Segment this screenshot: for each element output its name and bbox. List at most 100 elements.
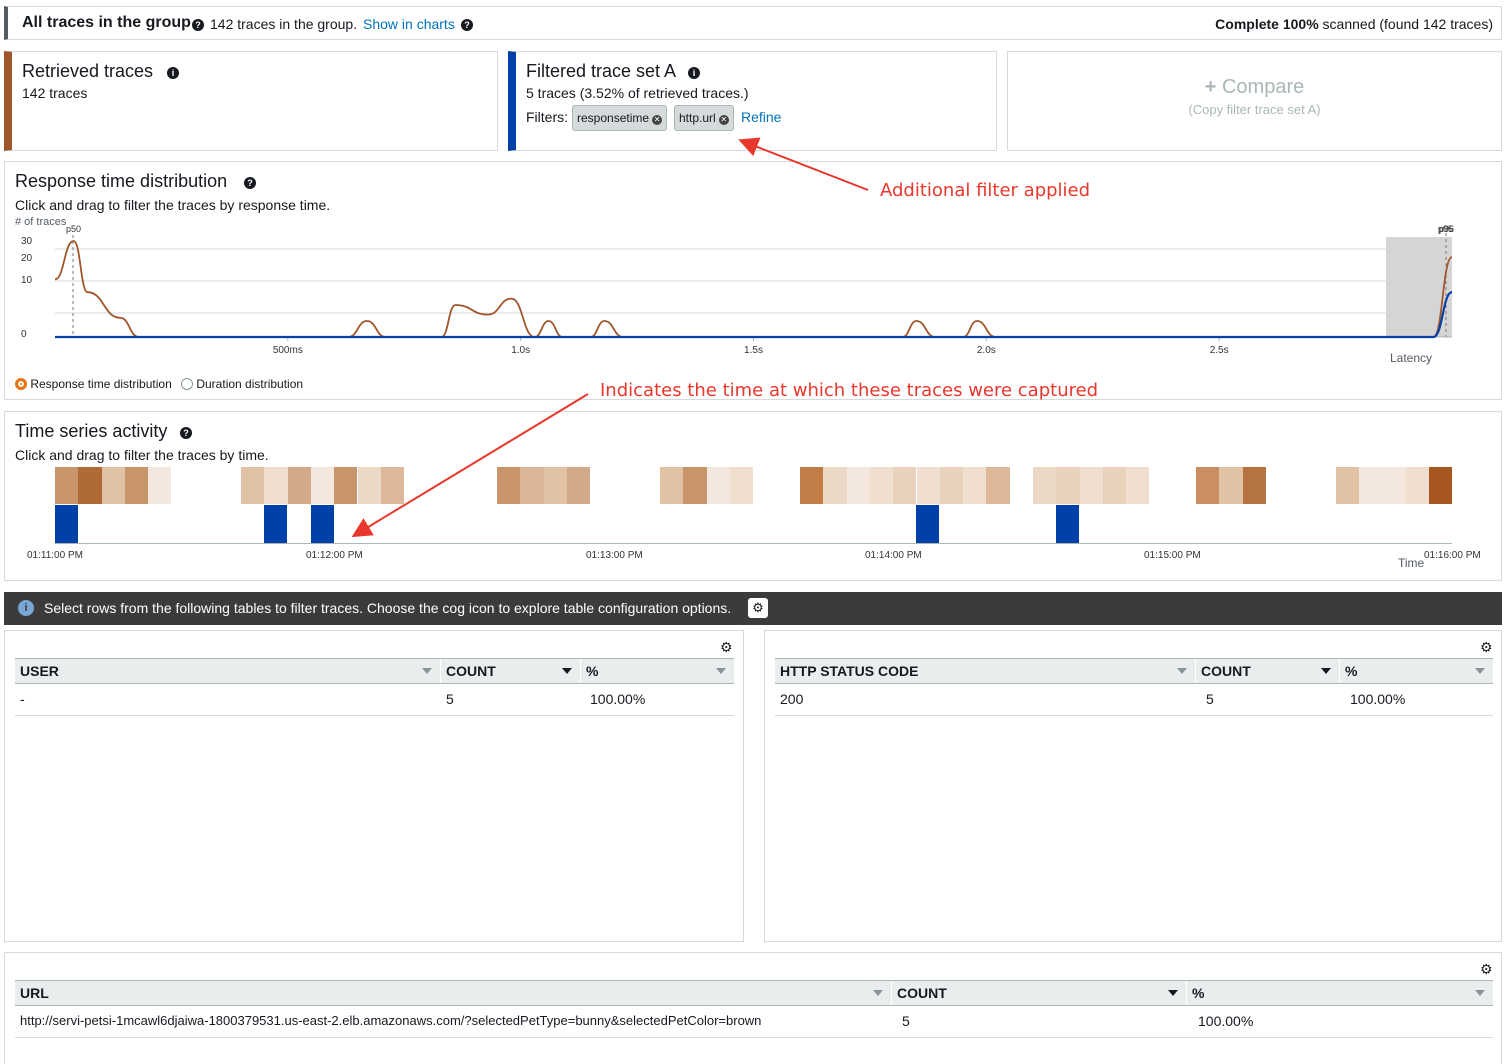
filtered-trace-set-info-icon[interactable]: i bbox=[688, 64, 700, 80]
heatmap-cell[interactable] bbox=[800, 467, 824, 504]
sort-caret-icon[interactable] bbox=[1321, 668, 1331, 674]
heatmap-cell[interactable] bbox=[869, 467, 894, 504]
heatmap-cell[interactable] bbox=[939, 467, 964, 504]
heatmap-cell[interactable] bbox=[148, 467, 172, 504]
column-header-count[interactable]: COUNT bbox=[892, 981, 1187, 1005]
heatmap-cell[interactable] bbox=[893, 467, 917, 504]
heatmap-cell[interactable] bbox=[963, 467, 987, 504]
heatmap-cell[interactable] bbox=[729, 467, 754, 504]
sort-caret-icon[interactable] bbox=[422, 668, 432, 674]
table-row[interactable]: http://servi-petsi-1mcawl6djaiwa-1800379… bbox=[15, 1008, 1493, 1036]
time-series-heatmap[interactable] bbox=[0, 467, 1506, 504]
heatmap-cell[interactable] bbox=[357, 467, 381, 504]
heatmap-cell[interactable] bbox=[264, 467, 288, 504]
heatmap-cell[interactable] bbox=[310, 467, 335, 504]
column-header-percent[interactable]: % bbox=[1340, 659, 1493, 683]
heatmap-cell[interactable] bbox=[497, 467, 521, 504]
table-row[interactable]: 200 5 100.00% bbox=[775, 686, 1493, 714]
filtered-trace-set-title: Filtered trace set A bbox=[526, 61, 677, 81]
cell-status-code: 200 bbox=[780, 691, 804, 707]
retrieved-traces-info-icon[interactable]: i bbox=[167, 64, 179, 80]
heatmap-cell[interactable] bbox=[1196, 467, 1220, 504]
remove-filter-icon[interactable]: ✕ bbox=[652, 115, 663, 125]
table-row[interactable]: - 5 100.00% bbox=[15, 686, 734, 714]
heatmap-cell[interactable] bbox=[1336, 467, 1360, 504]
sort-caret-icon[interactable] bbox=[562, 668, 572, 674]
column-header-percent[interactable]: % bbox=[1187, 981, 1493, 1005]
time-tick: 01:14:00 PM bbox=[865, 550, 922, 561]
heatmap-cell[interactable] bbox=[520, 467, 544, 504]
heatmap-cell[interactable] bbox=[1219, 467, 1243, 504]
scan-status-bold: Complete 100% bbox=[1215, 16, 1319, 32]
heatmap-cell[interactable] bbox=[1405, 467, 1430, 504]
show-in-charts-link[interactable]: Show in charts bbox=[363, 16, 455, 32]
column-header-user[interactable]: USER bbox=[15, 659, 441, 683]
column-header-count[interactable]: COUNT bbox=[441, 659, 581, 683]
sort-caret-icon[interactable] bbox=[873, 990, 883, 996]
filtered-activity-bar[interactable] bbox=[1056, 505, 1079, 543]
heatmap-cell[interactable] bbox=[1126, 467, 1150, 504]
sort-caret-icon[interactable] bbox=[1168, 990, 1178, 996]
column-header-url[interactable]: URL bbox=[15, 981, 892, 1005]
heatmap-cell[interactable] bbox=[380, 467, 405, 504]
heatmap-cell[interactable] bbox=[1429, 467, 1453, 504]
heatmap-cell[interactable] bbox=[660, 467, 684, 504]
compare-label: Compare bbox=[1221, 76, 1305, 98]
heatmap-cell[interactable] bbox=[916, 467, 940, 504]
heatmap-cell[interactable] bbox=[124, 467, 149, 504]
heatmap-cell[interactable] bbox=[287, 467, 311, 504]
heatmap-cell[interactable] bbox=[1382, 467, 1406, 504]
filtered-activity-bar[interactable] bbox=[916, 505, 939, 543]
group-title-help-icon[interactable]: ? bbox=[192, 16, 204, 32]
retrieved-traces-series bbox=[54, 240, 1453, 338]
time-series-filtered-bars[interactable] bbox=[0, 505, 1506, 543]
filter-chip-http-url[interactable]: http.url ✕ bbox=[674, 105, 734, 131]
compare-card[interactable]: + Compare (Copy filter trace set A) bbox=[1007, 51, 1502, 151]
time-axis-line bbox=[55, 543, 1452, 544]
heatmap-cell[interactable] bbox=[78, 467, 102, 504]
table-settings-cog-icon[interactable]: ⚙ bbox=[720, 639, 733, 656]
heatmap-cell[interactable] bbox=[1079, 467, 1103, 504]
refine-link[interactable]: Refine bbox=[741, 109, 781, 125]
heatmap-cell[interactable] bbox=[706, 467, 730, 504]
heatmap-cell[interactable] bbox=[1033, 467, 1057, 504]
heatmap-cell[interactable] bbox=[334, 467, 358, 504]
retrieved-traces-card[interactable]: Retrieved traces i 142 traces bbox=[4, 51, 498, 151]
show-in-charts-help-icon[interactable]: ? bbox=[461, 16, 473, 32]
sort-caret-icon[interactable] bbox=[1475, 668, 1485, 674]
x-tick-label: 1.0s bbox=[511, 345, 530, 356]
compare-title[interactable]: + Compare bbox=[1008, 76, 1501, 99]
y-axis-label: # of traces bbox=[15, 216, 67, 228]
column-header-count[interactable]: COUNT bbox=[1196, 659, 1340, 683]
heatmap-cell[interactable] bbox=[1056, 467, 1080, 504]
column-header-http-status-code[interactable]: HTTP STATUS CODE bbox=[775, 659, 1196, 683]
heatmap-cell[interactable] bbox=[846, 467, 870, 504]
filtered-trace-set-card[interactable]: Filtered trace set A i 5 traces (3.52% o… bbox=[508, 51, 997, 151]
time-series-help-icon[interactable]: ? bbox=[180, 424, 192, 440]
heatmap-cell[interactable] bbox=[543, 467, 567, 504]
heatmap-cell[interactable] bbox=[566, 467, 591, 504]
heatmap-cell[interactable] bbox=[1359, 467, 1383, 504]
heatmap-cell[interactable] bbox=[683, 467, 707, 504]
remove-filter-icon[interactable]: ✕ bbox=[718, 115, 729, 125]
heatmap-cell[interactable] bbox=[1102, 467, 1127, 504]
sort-caret-icon[interactable] bbox=[716, 668, 726, 674]
sort-caret-icon[interactable] bbox=[1177, 668, 1187, 674]
heatmap-cell[interactable] bbox=[1242, 467, 1266, 504]
heatmap-cell[interactable] bbox=[823, 467, 847, 504]
heatmap-cell[interactable] bbox=[241, 467, 265, 504]
column-header-percent[interactable]: % bbox=[581, 659, 734, 683]
heatmap-cell[interactable] bbox=[55, 467, 79, 504]
heatmap-cell[interactable] bbox=[101, 467, 125, 504]
table-settings-cog-icon[interactable]: ⚙ bbox=[1480, 961, 1493, 978]
filter-chip-responsetime[interactable]: responsetime ✕ bbox=[572, 105, 668, 131]
table-settings-cog-icon[interactable]: ⚙ bbox=[1480, 639, 1493, 656]
x-tick-label: 2.0s bbox=[977, 345, 996, 356]
response-time-help-icon[interactable]: ? bbox=[244, 174, 256, 190]
filtered-activity-bar[interactable] bbox=[264, 505, 287, 543]
sort-caret-icon[interactable] bbox=[1475, 990, 1485, 996]
heatmap-cell[interactable] bbox=[986, 467, 1010, 504]
filtered-activity-bar[interactable] bbox=[55, 505, 78, 543]
cog-icon[interactable]: ⚙ bbox=[748, 598, 768, 618]
filtered-activity-bar[interactable] bbox=[311, 505, 334, 543]
